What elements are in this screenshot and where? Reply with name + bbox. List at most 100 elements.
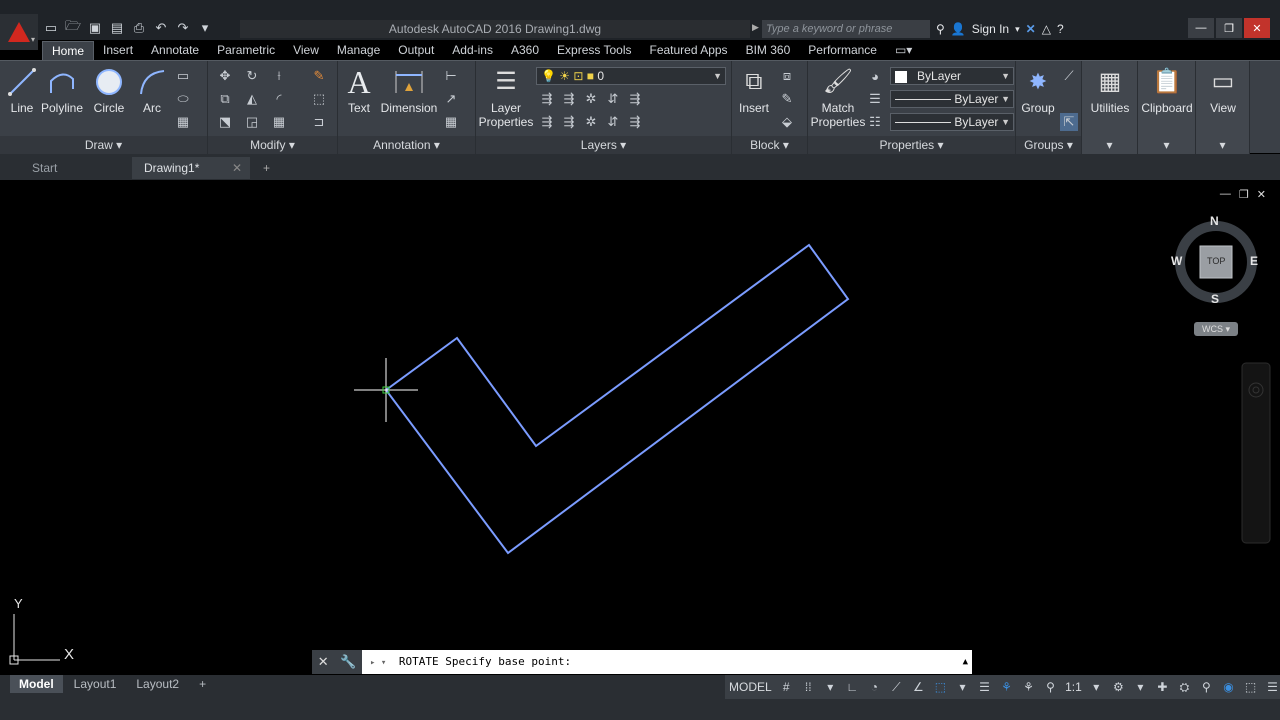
clipboard-panel[interactable]: 📋 Clipboard ▾ (1138, 61, 1196, 154)
layer-off-icon[interactable]: ⇶ (538, 90, 556, 108)
leader-icon[interactable]: ↗ (442, 90, 460, 108)
arc-tool[interactable]: Arc (134, 65, 170, 115)
lineweight-dropdown[interactable]: ByLayer ▼ (890, 113, 1014, 131)
exchange-icon[interactable]: ✕ (1026, 22, 1036, 36)
scale-icon[interactable]: ◲ (243, 113, 261, 131)
tab-view[interactable]: View (284, 41, 328, 60)
match-properties-tool[interactable]: 🖌 Match Properties (810, 65, 866, 130)
groups-panel-title[interactable]: Groups ▾ (1016, 136, 1081, 154)
viewcube-top-face[interactable]: TOP (1207, 256, 1225, 266)
line-tool[interactable]: Line (4, 65, 40, 115)
tab-express-tools[interactable]: Express Tools (548, 41, 640, 60)
insert-tool[interactable]: ⧉ Insert (734, 65, 774, 116)
layer-thaw-icon[interactable]: ✲ (582, 113, 600, 131)
view-panel[interactable]: ▭ View ▾ (1196, 61, 1250, 154)
rectangle-icon[interactable]: ▭ (174, 67, 192, 85)
model-space-toggle[interactable]: MODEL (729, 680, 772, 694)
units-icon[interactable]: ⛭ (1177, 679, 1192, 695)
dimension-tool[interactable]: Dimension (380, 65, 438, 115)
layer-isolate-icon[interactable]: ⇶ (560, 90, 578, 108)
layer-match-icon[interactable]: ⇶ (626, 90, 644, 108)
command-input[interactable]: ▸ ▾ ROTATE Specify base point: ▲ (362, 650, 972, 674)
annotation-monitor-icon[interactable]: ✚ (1155, 679, 1170, 695)
chevron-down-icon[interactable]: ▾ (1133, 679, 1148, 695)
compass-north[interactable]: N (1210, 214, 1219, 228)
tab-manage[interactable]: Manage (328, 41, 389, 60)
search-input[interactable]: Type a keyword or phrase (762, 20, 930, 38)
layer-unisolate-icon[interactable]: ⇶ (560, 113, 578, 131)
compass-west[interactable]: W (1171, 254, 1182, 268)
tab-featured-apps[interactable]: Featured Apps (641, 41, 737, 60)
drawing-canvas[interactable]: — ❐ ✕ Y X N S E W TOP WCS ▾ (0, 180, 1280, 675)
layer-unlock-icon[interactable]: ⇵ (604, 113, 622, 131)
annotation-scale-value[interactable]: 1:1 (1065, 680, 1082, 694)
customize-icon[interactable]: 🔧 (340, 654, 356, 670)
chevron-down-icon[interactable]: ▾ (1015, 24, 1020, 35)
make-current-icon[interactable]: ⇶ (626, 113, 644, 131)
tab-performance[interactable]: Performance (799, 41, 886, 60)
compass-east[interactable]: E (1250, 254, 1258, 268)
tab-add-ins[interactable]: Add-ins (443, 41, 502, 60)
tab-insert[interactable]: Insert (94, 41, 142, 60)
trim-icon[interactable]: ⟊ (270, 67, 288, 85)
polyline-tool[interactable]: Polyline (40, 65, 84, 115)
quick-properties-icon[interactable]: ⚲ (1199, 679, 1214, 695)
utilities-expand-icon[interactable]: ▾ (1082, 136, 1137, 154)
start-tab[interactable]: Start (20, 157, 138, 179)
object-snap-tracking-icon[interactable]: ∠ (911, 679, 926, 695)
sign-in-button[interactable]: Sign In (972, 22, 1009, 36)
minimize-icon[interactable]: — (1188, 18, 1214, 38)
help-icon[interactable]: ? (1057, 22, 1064, 36)
view-tool[interactable]: ▭ View (1196, 65, 1250, 116)
snap-icon[interactable]: ⁞⁞ (801, 679, 816, 695)
create-block-icon[interactable]: ⧈ (778, 67, 796, 85)
erase-icon[interactable]: ✎ (310, 67, 328, 85)
object-snap-icon[interactable]: ⬚ (933, 679, 948, 695)
chevron-down-icon[interactable]: ▾ (823, 679, 838, 695)
group-selection-icon[interactable]: ⇱ (1060, 113, 1078, 131)
stretch-icon[interactable]: ⬔ (216, 113, 234, 131)
hatch-icon[interactable]: ⬭ (174, 90, 192, 108)
layer-on-icon[interactable]: ⇶ (538, 113, 556, 131)
clipboard-tool[interactable]: 📋 Clipboard (1138, 65, 1196, 116)
add-layout-icon[interactable]: + (190, 675, 215, 693)
boundary-icon[interactable]: ▦ (174, 113, 192, 131)
close-icon[interactable]: ✕ (1244, 18, 1270, 38)
model-tab[interactable]: Model (10, 675, 63, 693)
compass-south[interactable]: S (1211, 292, 1219, 306)
plot-icon[interactable]: ⎙ (130, 19, 148, 37)
tab-home[interactable]: Home (42, 41, 95, 60)
ungroup-icon[interactable]: ⟋ (1060, 67, 1078, 85)
undo-icon[interactable]: ↶ (152, 19, 170, 37)
linear-dimension-icon[interactable]: ⊢ (442, 67, 460, 85)
layout1-tab[interactable]: Layout1 (65, 675, 126, 693)
search-expand-icon[interactable]: ▶ (752, 22, 759, 33)
application-menu-button[interactable]: ▾ (0, 14, 38, 50)
ortho-icon[interactable]: ∟ (845, 679, 860, 695)
tab-a360[interactable]: A360 (502, 41, 548, 60)
move-icon[interactable]: ✥ (216, 67, 234, 85)
lineweight-toggle-icon[interactable]: ☰ (977, 679, 992, 695)
draw-panel-title[interactable]: Draw ▾ (0, 136, 207, 154)
save-as-icon[interactable]: ▤ (108, 19, 126, 37)
auto-scale-icon[interactable]: ⚘ (1021, 679, 1036, 695)
layer-freeze-icon[interactable]: ✲ (582, 90, 600, 108)
properties-panel-title[interactable]: Properties ▾ (808, 136, 1015, 154)
circle-tool[interactable]: Circle (90, 65, 128, 115)
polar-icon[interactable]: ◔ (867, 679, 882, 695)
linetype-dropdown[interactable]: ByLayer ▼ (890, 90, 1014, 108)
a360-icon[interactable]: △ (1042, 22, 1051, 36)
copy-icon[interactable]: ⧉ (216, 90, 234, 108)
isodraft-icon[interactable]: ⟋ (889, 679, 904, 695)
wcs-menu[interactable]: WCS ▾ (1194, 322, 1238, 336)
chevron-down-icon[interactable]: ▾ (1089, 679, 1104, 695)
edit-attributes-icon[interactable]: ⬙ (778, 113, 796, 131)
annotation-scale-icon[interactable]: ⚲ (1043, 679, 1058, 695)
close-tab-icon[interactable]: ✕ (232, 157, 242, 179)
binoculars-icon[interactable]: ⚲ (936, 22, 945, 36)
open-file-icon[interactable]: 🗁 (64, 18, 82, 37)
edit-block-icon[interactable]: ✎ (778, 90, 796, 108)
clean-screen-icon[interactable]: ⬚ (1243, 679, 1258, 695)
offset-icon[interactable]: ⊐ (310, 113, 328, 131)
command-history-icon[interactable]: ▲ (963, 650, 968, 674)
